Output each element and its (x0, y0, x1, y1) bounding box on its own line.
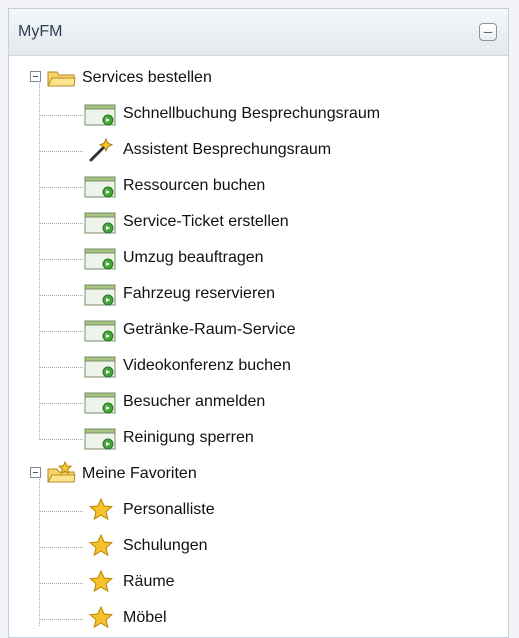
panel-title: MyFM (18, 23, 63, 40)
tree-group-label: Meine Favoriten (82, 465, 197, 482)
tree-connector (39, 439, 83, 440)
navigation-tree: Services bestellen Schnellbuchung Bespre… (9, 56, 508, 637)
tree-connector (39, 115, 83, 116)
tree-item-ressourcen[interactable]: Ressourcen buchen (123, 174, 503, 198)
tree-item-label: Assistent Besprechungsraum (123, 141, 332, 158)
tree-item-label: Service-Ticket erstellen (123, 213, 289, 230)
tree-item-label: Räume (123, 573, 175, 590)
tree-item-label: Schnellbuchung Besprechungsraum (123, 105, 381, 122)
tree-connector (39, 511, 83, 512)
tree-connector (39, 223, 83, 224)
tree-item-label: Möbel (123, 609, 167, 626)
tree-item-schulungen[interactable]: Schulungen (123, 534, 503, 558)
panel-header: MyFM (9, 9, 508, 56)
tree-group-favorites[interactable]: Meine Favoriten (82, 462, 332, 486)
tree-connector (39, 583, 83, 584)
group-collapse-toggle[interactable] (30, 71, 41, 82)
tree-connector (39, 547, 83, 548)
collapse-panel-button[interactable] (479, 23, 497, 41)
tree-connector (39, 367, 83, 368)
tree-item-service-ticket[interactable]: Service-Ticket erstellen (123, 210, 503, 234)
tree-connector (39, 331, 83, 332)
tree-group-services[interactable]: Services bestellen (82, 66, 332, 90)
tree-item-label: Ressourcen buchen (123, 177, 266, 194)
tree-item-assistent[interactable]: Assistent Besprechungsraum (123, 138, 503, 162)
service-form-icon (84, 356, 116, 378)
tree-item-moebel[interactable]: Möbel (123, 606, 503, 630)
tree-item-label: Umzug beauftragen (123, 249, 264, 266)
service-form-icon (84, 320, 116, 342)
tree-item-label: Schulungen (123, 537, 208, 554)
service-form-icon (84, 284, 116, 306)
tree-item-schnellbuchung[interactable]: Schnellbuchung Besprechungsraum (123, 102, 503, 126)
group-collapse-toggle[interactable] (30, 467, 41, 478)
tree-item-label: Reinigung sperren (123, 429, 254, 446)
star-icon (88, 498, 114, 521)
service-form-icon (84, 428, 116, 450)
service-form-icon (84, 392, 116, 414)
star-icon (88, 534, 114, 557)
star-icon (88, 570, 114, 593)
tree-item-raeume[interactable]: Räume (123, 570, 503, 594)
tree-item-label: Getränke-Raum-Service (123, 321, 296, 338)
tree-connector (39, 187, 83, 188)
tree-item-label: Personalliste (123, 501, 215, 518)
tree-item-personalliste[interactable]: Personalliste (123, 498, 503, 522)
favorites-folder-icon (47, 461, 76, 483)
tree-item-label: Videokonferenz buchen (123, 357, 291, 374)
service-form-icon (84, 212, 116, 234)
tree-item-besucher[interactable]: Besucher anmelden (123, 390, 503, 414)
tree-connector (39, 259, 83, 260)
tree-item-getraenke[interactable]: Getränke-Raum-Service (123, 318, 503, 342)
service-form-icon (84, 104, 116, 126)
tree-item-videokonferenz[interactable]: Videokonferenz buchen (123, 354, 503, 378)
magic-wand-icon (89, 137, 114, 162)
tree-item-fahrzeug[interactable]: Fahrzeug reservieren (123, 282, 503, 306)
tree-branch-line (39, 80, 40, 440)
tree-item-umzug[interactable]: Umzug beauftragen (123, 246, 503, 270)
star-icon (88, 606, 114, 629)
tree-item-reinigung[interactable]: Reinigung sperren (123, 426, 503, 450)
service-form-icon (84, 176, 116, 198)
tree-item-label: Fahrzeug reservieren (123, 285, 276, 302)
tree-group-label: Services bestellen (82, 69, 212, 86)
folder-open-icon (47, 71, 76, 87)
tree-item-label: Besucher anmelden (123, 393, 266, 410)
tree-connector (39, 403, 83, 404)
service-form-icon (84, 248, 116, 270)
tree-connector (39, 295, 83, 296)
tree-connector (39, 151, 83, 152)
tree-connector (39, 619, 83, 620)
tree-branch-line (39, 476, 40, 626)
myfm-panel: MyFM Services bestellen Schnellbuchung B… (8, 8, 509, 638)
